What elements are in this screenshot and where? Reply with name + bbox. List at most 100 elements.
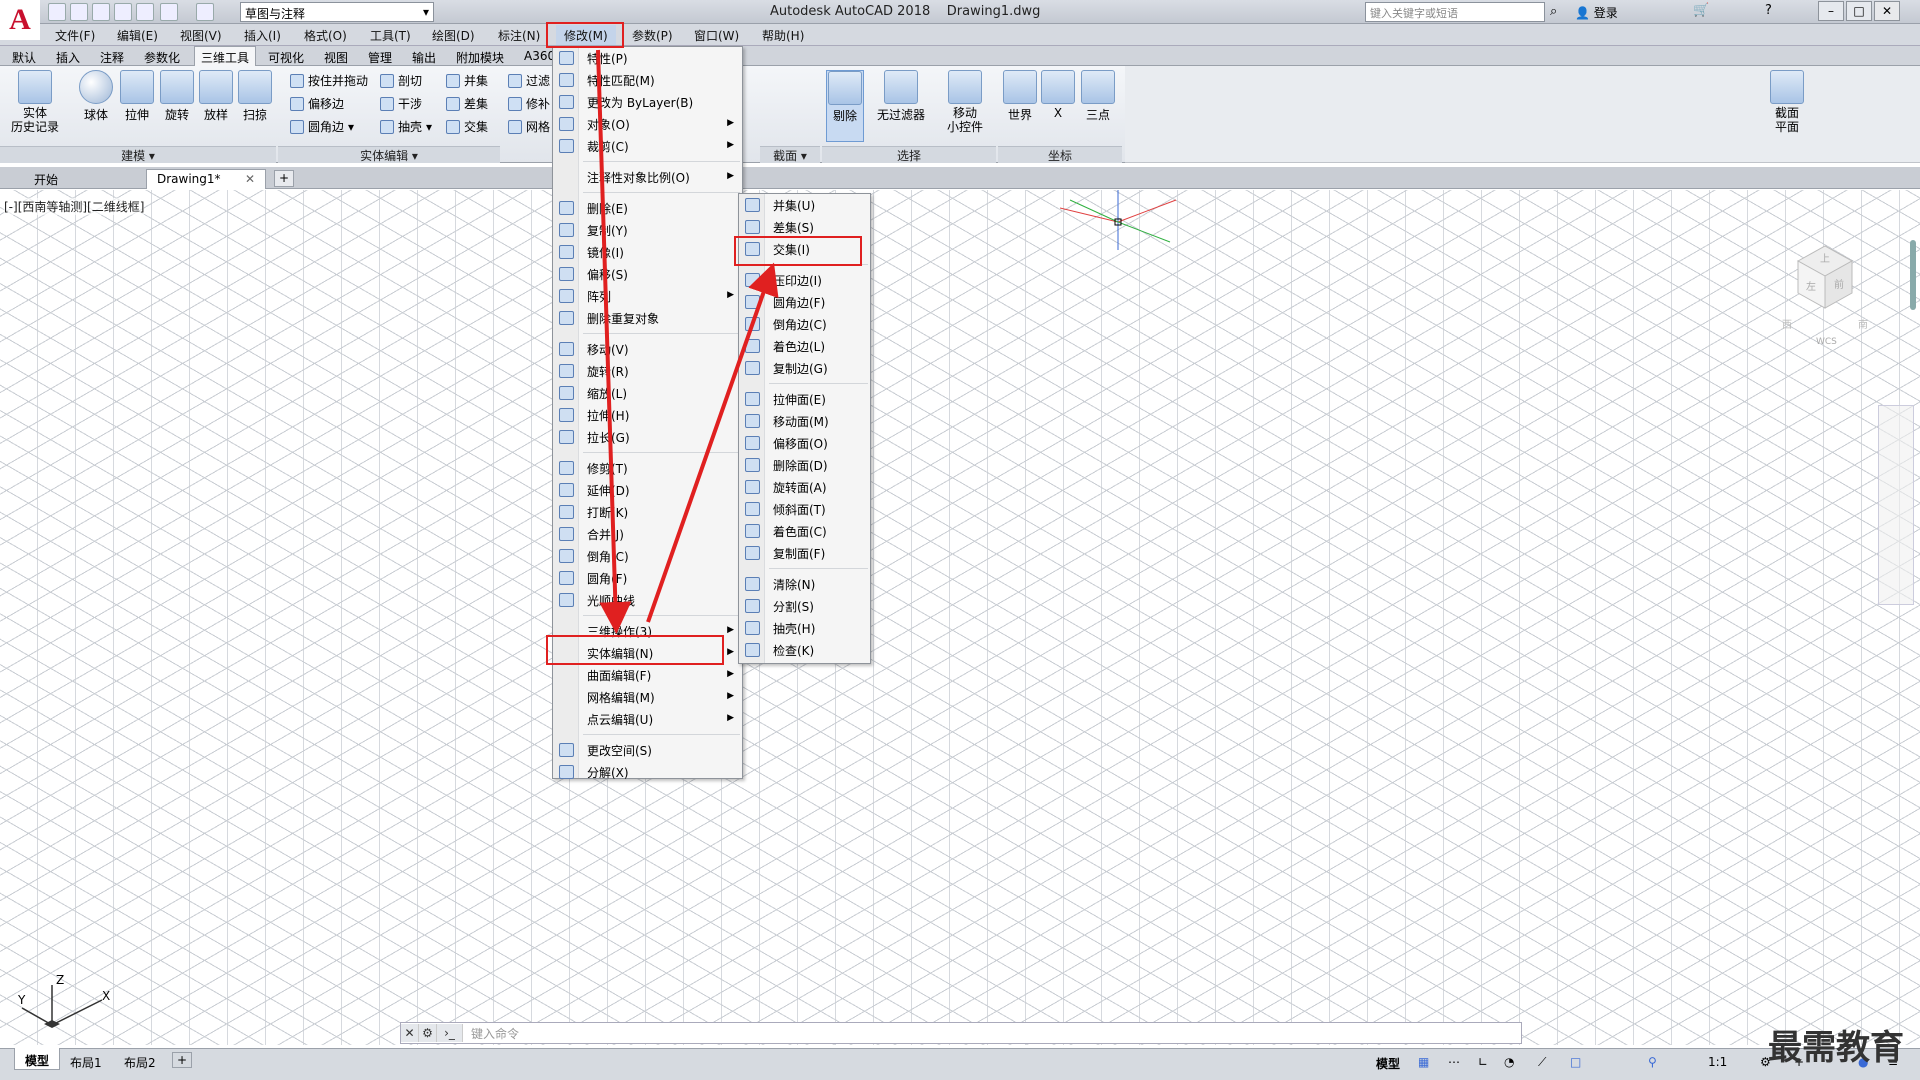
redo-icon[interactable] [196,3,214,21]
tab-output[interactable]: 输出 [412,49,436,66]
new-tab-button[interactable]: + [274,170,294,187]
save-icon[interactable] [92,3,110,21]
tab-a360[interactable]: A360 [524,49,555,63]
selection-panel-title[interactable]: 选择 [822,146,996,163]
polar-icon[interactable]: ◔ [1496,1055,1522,1069]
mesh-button[interactable]: 网格 [508,118,550,135]
menu-help[interactable]: 帮助(H) [762,27,804,44]
ucs-3point-button[interactable]: 三点 [1080,70,1116,123]
maximize-button[interactable]: □ [1846,1,1872,21]
tab-layout1[interactable]: 布局1 [62,1054,110,1071]
solid-edit-menu-item[interactable]: 着色边(L) [739,335,870,357]
modify-menu-item[interactable]: 圆角(F) [553,567,742,589]
modify-menu-item[interactable]: 分解(X) [553,761,742,783]
modify-menu-item[interactable]: 拉伸(H) [553,404,742,426]
open-file-icon[interactable] [70,3,88,21]
close-icon[interactable]: ✕ [401,1024,419,1042]
modify-menu-item[interactable]: 网格编辑(M) ▶ [553,686,742,708]
binoculars-icon[interactable]: ⌕ [1550,4,1557,19]
annotation-visibility-icon[interactable]: ⚲ [1640,1055,1665,1069]
modify-menu-item[interactable]: 阵列 ▶ [553,285,742,307]
modify-menu-item[interactable]: 特性匹配(M) [553,69,742,91]
save-as-icon[interactable] [114,3,132,21]
solid-edit-menu-item[interactable]: 圆角边(F) [739,291,870,313]
modify-menu-item[interactable]: 曲面编辑(F) ▶ [553,664,742,686]
modify-menu-item[interactable]: 特性(P) [553,47,742,69]
solid-edit-menu-item[interactable]: 检查(K) [739,639,870,661]
annotation-scale[interactable]: 1:1 [1700,1055,1735,1069]
menu-parametric[interactable]: 参数(P) [632,27,673,44]
menu-dimension[interactable]: 标注(N) [498,27,540,44]
offset-edge-button[interactable]: 偏移边 [290,95,368,112]
command-input[interactable]: 键入命令 [463,1025,519,1042]
slice-button[interactable]: 剖切 [380,72,432,89]
search-input[interactable]: 键入关键字或短语 [1365,2,1545,22]
solid-edit-menu-item[interactable]: 复制面(F) [739,542,870,564]
autocad-logo-icon[interactable]: A [0,0,40,40]
vertical-scrollbar[interactable] [1910,240,1916,310]
solid-edit-menu-item[interactable]: 偏移面(O) [739,432,870,454]
modify-menu-item[interactable]: 复制(Y) [553,219,742,241]
viewport-controls[interactable]: [-][西南等轴测][二维线框] [4,198,145,215]
menu-view[interactable]: 视图(V) [180,27,222,44]
menu-file[interactable]: 文件(F) [55,27,95,44]
menu-window[interactable]: 窗口(W) [694,27,739,44]
tab-addins[interactable]: 附加模块 [456,49,504,66]
modify-menu-item[interactable]: 打断(K) [553,501,742,523]
minimize-button[interactable]: – [1818,1,1844,21]
tab-3d-tools[interactable]: 三维工具 [194,46,257,66]
solid-edit-menu-item[interactable]: 抽壳(H) [739,617,870,639]
snap-icon[interactable]: ⋯ [1440,1055,1468,1069]
tab-annotate[interactable]: 注释 [100,49,124,66]
isodraft-icon[interactable]: ⟋ [1530,1055,1554,1070]
culling-button[interactable]: 剔除 [826,70,864,142]
help-icon[interactable]: ? [1765,3,1772,18]
intersect-button[interactable]: 交集 [446,118,488,135]
solid-edit-menu-item[interactable]: 删除面(D) [739,454,870,476]
solid-edit-menu-item[interactable]: 并集(U) [739,194,870,216]
solid-edit-panel-title[interactable]: 实体编辑 ▾ [278,146,500,163]
solid-history-button[interactable]: 实体 历史记录 [10,70,60,134]
modify-menu-item[interactable]: 偏移(S) [553,263,742,285]
workspace-dropdown[interactable]: 草图与注释 ▾ [240,2,434,22]
solid-edit-menu-item[interactable]: 着色面(C) [739,520,870,542]
tab-visualize[interactable]: 可视化 [268,49,304,66]
shell-button[interactable]: 抽壳 ▾ [380,118,432,135]
ortho-icon[interactable]: ∟ [1470,1055,1496,1069]
modify-menu-item[interactable]: 拉长(G) [553,426,742,448]
patch-button[interactable]: 修补 [508,95,550,112]
section-plane-button[interactable]: 截面 平面 [1765,70,1809,134]
modify-menu-item[interactable]: 延伸(D) [553,479,742,501]
add-layout-button[interactable]: + [172,1052,193,1068]
cart-icon[interactable]: 🛒 [1693,3,1709,18]
solid-edit-menu-item[interactable]: 拉伸面(E) [739,388,870,410]
fillet-edge-button[interactable]: 圆角边 ▾ [290,118,368,135]
menu-edit[interactable]: 编辑(E) [117,27,158,44]
modify-menu-item[interactable]: 缩放(L) [553,382,742,404]
solid-edit-menu-item[interactable]: 倒角边(C) [739,313,870,335]
solid-edit-menu-item[interactable]: 复制边(G) [739,357,870,379]
solid-edit-menu-item[interactable]: 差集(S) [739,216,870,238]
solid-edit-menu-item[interactable]: 清除(N) [739,573,870,595]
tab-default[interactable]: 默认 [12,49,36,66]
undo-icon[interactable] [160,3,178,21]
modify-menu-item[interactable]: 注释性对象比例(O) ▶ [553,166,742,188]
subtract-button[interactable]: 差集 [446,95,488,112]
sweep-button[interactable]: 扫掠 [235,70,275,123]
grid-icon[interactable]: ▦ [1410,1055,1437,1069]
modify-menu-item[interactable]: 光顺曲线 [553,589,742,611]
modeling-panel-title[interactable]: 建模 ▾ [0,146,276,163]
new-file-icon[interactable] [48,3,66,21]
no-filter-button[interactable]: 无过滤器 [876,70,926,123]
model-space-toggle[interactable]: 模型 [1368,1055,1408,1072]
tab-start[interactable]: 开始 [24,169,68,189]
solid-edit-menu-item[interactable]: 移动面(M) [739,410,870,432]
osnap-icon[interactable]: □ [1562,1055,1589,1069]
close-tab-icon[interactable]: ✕ [245,172,255,186]
print-icon[interactable] [136,3,154,21]
modify-menu-item[interactable]: 更改空间(S) [553,739,742,761]
modify-menu-item[interactable]: 删除(E) [553,197,742,219]
tab-insert[interactable]: 插入 [56,49,80,66]
modify-menu-item[interactable]: 修剪(T) [553,457,742,479]
drawing-canvas[interactable] [0,190,1920,1045]
